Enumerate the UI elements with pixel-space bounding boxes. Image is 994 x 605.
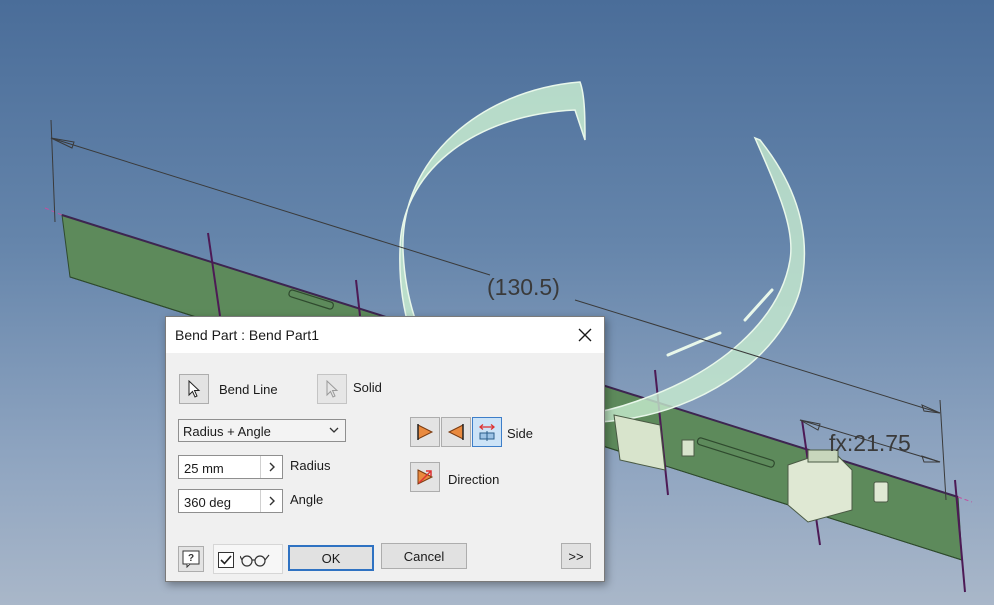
- angle-expand-button[interactable]: [260, 490, 282, 512]
- direction-button[interactable]: [410, 462, 440, 492]
- dialog-title: Bend Part : Bend Part1: [175, 327, 319, 343]
- preview-toggle[interactable]: [213, 544, 283, 574]
- more-options-button[interactable]: >>: [561, 543, 591, 569]
- angle-field[interactable]: [178, 489, 283, 513]
- radius-field[interactable]: [178, 455, 283, 479]
- dimension-arrow-left: [50, 137, 75, 149]
- bend-method-select[interactable]: Radius + Angle: [178, 419, 346, 442]
- side-second-button[interactable]: [441, 417, 471, 447]
- centerline-left: [44, 207, 63, 216]
- small-tab-1: [681, 439, 695, 457]
- chevron-right-icon: [269, 496, 275, 506]
- side-left-icon: [417, 424, 434, 440]
- svg-text:?: ?: [188, 553, 194, 564]
- flip-direction-icon: [417, 469, 434, 485]
- ok-button[interactable]: OK: [288, 545, 374, 571]
- solid-label: Solid: [353, 380, 382, 395]
- dimension-arrow-fx-right: [921, 455, 941, 463]
- side-both-button[interactable]: [472, 417, 502, 447]
- side-right-icon: [447, 424, 464, 440]
- bend-method-value: Radius + Angle: [183, 424, 271, 439]
- angle-label: Angle: [290, 492, 324, 507]
- angle-input[interactable]: [179, 490, 261, 512]
- side-symmetric-icon: [478, 424, 496, 441]
- side-label: Side: [507, 426, 534, 441]
- chevron-right-icon: [269, 462, 275, 472]
- bend-preview-slot-1: [666, 331, 722, 357]
- cursor-arrow-icon: [326, 380, 339, 398]
- help-icon: ?: [182, 550, 200, 568]
- bend-line-select-button[interactable]: [179, 374, 209, 404]
- side-first-button[interactable]: [410, 417, 440, 447]
- help-button[interactable]: ?: [178, 546, 204, 572]
- radius-expand-button[interactable]: [260, 456, 282, 478]
- direction-label: Direction: [448, 472, 500, 487]
- close-button[interactable]: [572, 322, 598, 348]
- dialog-title-bar[interactable]: Bend Part : Bend Part1: [166, 317, 604, 353]
- preview-checkbox[interactable]: [218, 552, 234, 568]
- solid-select-button[interactable]: [317, 374, 347, 404]
- bend-part-dialog: Bend Part : Bend Part1 Bend Line Solid R…: [165, 316, 605, 582]
- preview-glasses-icon: [240, 554, 270, 567]
- dimension-extension-left: [50, 119, 56, 223]
- cancel-button[interactable]: Cancel: [381, 543, 467, 569]
- small-tab-2: [873, 481, 889, 503]
- dimension-arrow-right: [921, 404, 941, 414]
- bend-line-label: Bend Line: [219, 382, 278, 397]
- dimension-extension-right: [939, 399, 947, 501]
- chevron-down-icon: [329, 427, 339, 433]
- dimension-overall-text[interactable]: (130.5): [487, 274, 560, 300]
- centerline-right: [957, 496, 973, 503]
- close-icon: [578, 328, 592, 342]
- dimension-fx-text[interactable]: fx:21.75: [829, 430, 911, 456]
- radius-input[interactable]: [179, 456, 261, 478]
- cursor-arrow-icon: [188, 380, 201, 398]
- radius-label: Radius: [290, 458, 331, 473]
